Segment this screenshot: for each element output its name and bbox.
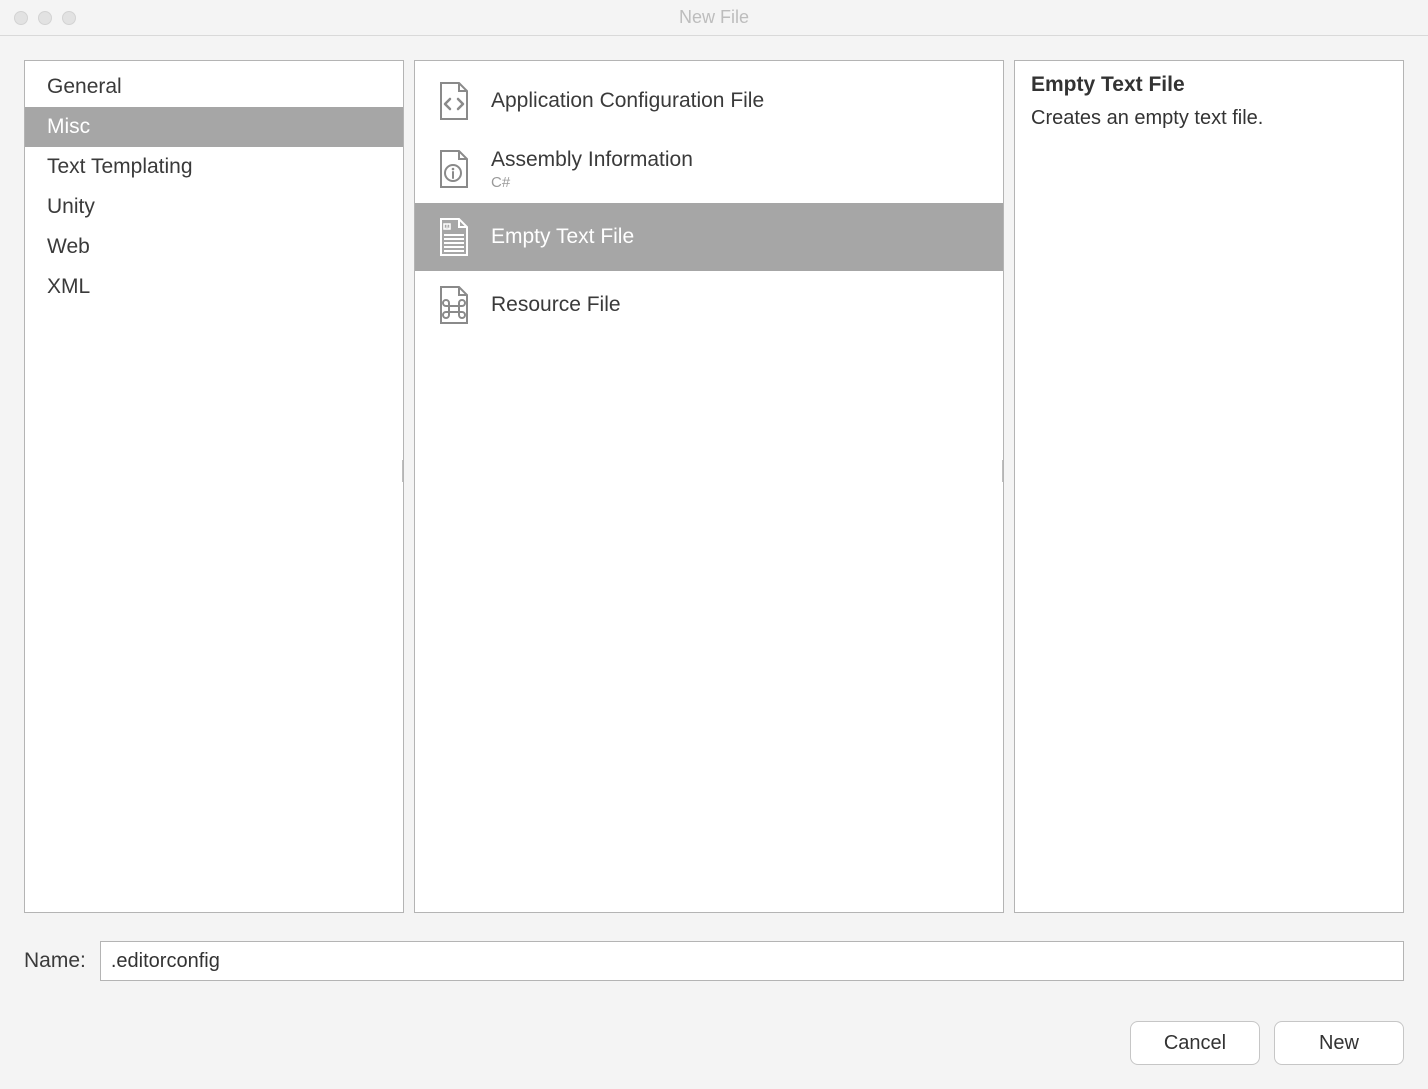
name-row: Name:: [24, 941, 1404, 981]
cancel-button[interactable]: Cancel: [1130, 1021, 1260, 1065]
new-button[interactable]: New: [1274, 1021, 1404, 1065]
category-item[interactable]: XML: [25, 267, 403, 307]
window-title: New File: [0, 7, 1428, 28]
name-input[interactable]: [100, 941, 1404, 981]
details-description: Creates an empty text file.: [1031, 107, 1387, 130]
details-title: Empty Text File: [1031, 73, 1387, 97]
info-file-icon: [431, 147, 475, 191]
name-label: Name:: [24, 949, 86, 973]
code-file-icon: [431, 79, 475, 123]
templates-panel: Application Configuration File Assembly I…: [414, 60, 1004, 913]
category-item[interactable]: General: [25, 67, 403, 107]
template-label: Assembly Information: [491, 148, 693, 172]
template-list: Application Configuration File Assembly I…: [415, 61, 1003, 339]
template-item[interactable]: Resource File: [415, 271, 1003, 339]
titlebar: New File: [0, 0, 1428, 36]
category-item[interactable]: Unity: [25, 187, 403, 227]
splitter-grip-icon: [399, 456, 404, 486]
dialog-buttons: Cancel New: [24, 1021, 1404, 1065]
template-item[interactable]: Assembly Information C#: [415, 135, 1003, 203]
panels-row: GeneralMiscText TemplatingUnityWebXML Ap…: [24, 60, 1404, 913]
new-file-dialog: New File GeneralMiscText TemplatingUnity…: [0, 0, 1428, 1089]
text-file-icon: A: [431, 215, 475, 259]
template-text: Assembly Information C#: [491, 148, 693, 191]
template-label: Empty Text File: [491, 225, 634, 249]
splitter-grip-icon: [999, 456, 1004, 486]
template-item[interactable]: A Empty Text File: [415, 203, 1003, 271]
template-item[interactable]: Application Configuration File: [415, 67, 1003, 135]
category-item[interactable]: Web: [25, 227, 403, 267]
category-item[interactable]: Misc: [25, 107, 403, 147]
template-text: Application Configuration File: [491, 89, 764, 113]
template-label: Application Configuration File: [491, 89, 764, 113]
template-text: Empty Text File: [491, 225, 634, 249]
template-sublabel: C#: [491, 174, 693, 191]
command-file-icon: [431, 283, 475, 327]
template-text: Resource File: [491, 293, 621, 317]
details-panel: Empty Text File Creates an empty text fi…: [1014, 60, 1404, 913]
category-item[interactable]: Text Templating: [25, 147, 403, 187]
template-label: Resource File: [491, 293, 621, 317]
categories-panel: GeneralMiscText TemplatingUnityWebXML: [24, 60, 404, 913]
dialog-content: GeneralMiscText TemplatingUnityWebXML Ap…: [0, 36, 1428, 1089]
category-list: GeneralMiscText TemplatingUnityWebXML: [25, 61, 403, 307]
